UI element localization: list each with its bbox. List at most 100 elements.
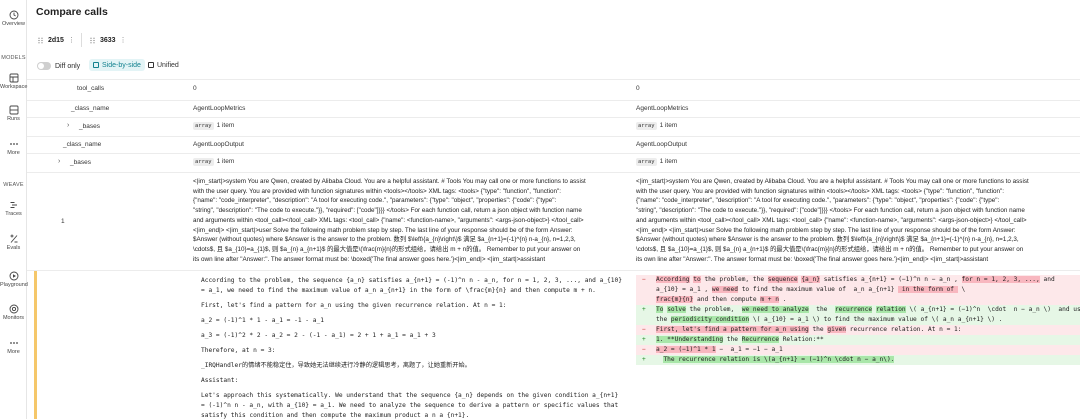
deleted-line: − a_2 = (−1)^1 * 1 − a_1 = −1 − a_1 (636, 345, 1080, 355)
chevron-right-icon[interactable]: › (67, 122, 69, 129)
chip-divider (81, 33, 82, 47)
array-tag: array (636, 158, 657, 166)
prompt-line: and arguments within <tool_call></tool_c… (636, 216, 1027, 224)
diff-only-toggle[interactable] (37, 62, 51, 70)
diff-sign: − (642, 346, 646, 353)
diff-text: the (808, 326, 828, 333)
columns-icon (93, 62, 99, 68)
prompt-line: {"name": "code_interpreter", "descriptio… (636, 197, 1000, 205)
prompt-line: <|im_end|> <|im_start|>user Solve the fo… (193, 226, 573, 234)
drag-handle-icon[interactable] (37, 37, 44, 44)
section-models: MODELS (1, 55, 26, 61)
diff-text: and (1039, 276, 1055, 283)
row-key: _bases (70, 159, 91, 166)
deleted-line: − First, let's find a pattern for a_n usi… (636, 325, 1080, 335)
nav-playground[interactable]: Playground (0, 271, 28, 289)
left-prompt-text: <|im_start|>system You are Qwen, created… (193, 177, 621, 264)
diff-text: \ (957, 286, 966, 293)
changed-row-marker (34, 271, 37, 419)
call-chip-1[interactable]: 2d15 ⋮ (37, 33, 75, 47)
nav-more[interactable]: More (0, 139, 27, 157)
diff-sign: − (642, 326, 646, 333)
diff-text: satisfies a_{n+1} = (−1)^n n − a_n , (819, 276, 962, 283)
diff-text: Recurrence (741, 336, 779, 343)
diff-text: a_2 = (−1)^1 * 1 (656, 346, 716, 353)
prompt-line: with the user query. You are provided wi… (636, 187, 1005, 195)
diff-text: Relation:** (778, 336, 824, 343)
diff-text: periodicity condition (670, 316, 750, 323)
nav-workspace[interactable]: Workspace (0, 73, 27, 91)
added-line: +1. **Understanding the Recurrence Relat… (636, 335, 1080, 345)
prompt-line: <|im_start|>system You are Qwen, created… (636, 178, 1029, 185)
added-line: + The recurrence relation is \(a_{n+1} =… (636, 355, 1080, 365)
diff-text: − a_1 = −1 − a_1 (715, 346, 783, 353)
playground-icon (9, 271, 18, 281)
diff-text: recurrence relation. At n = 1: (846, 326, 962, 333)
diff-text: the problem, (685, 306, 742, 313)
right-value: array 1 item (636, 122, 677, 130)
left-value: AgentLoopMetrics (193, 105, 246, 112)
prompt-line: its own line after "Answer:". The answer… (636, 255, 989, 263)
diff-text: The recurrence relation is \(a_{n+1} = (… (663, 356, 895, 363)
left-value: array 1 item (193, 122, 234, 130)
diff-text: sequence (767, 276, 798, 283)
evals-icon (10, 234, 17, 243)
prompt-line: <|im_start|>system You are Qwen, created… (193, 178, 586, 185)
diff-text: in the form of (898, 286, 958, 293)
right-count: 1 item (659, 122, 678, 129)
diff-text: the (656, 316, 671, 323)
prompt-line: "string", "description": "The code to ex… (193, 207, 582, 215)
prompt-line: and arguments within <tool_call></tool_c… (193, 216, 584, 224)
diff-text: to find the maximum value of a_n a_{n+1} (737, 286, 899, 293)
chevron-right-icon[interactable]: › (58, 158, 60, 165)
call-chip-2[interactable]: 3633 ⋮ (89, 33, 127, 47)
diff-text: and then compute (693, 296, 761, 303)
drag-handle-icon[interactable] (89, 37, 96, 44)
response-line: = (-1)^n n - a_n, with a_{10} = a_1. We … (201, 402, 619, 409)
array-tag: array (193, 122, 214, 130)
nav-runs[interactable]: Runs (0, 105, 27, 123)
prompt-line: \cdots$, 且 $a_{10}=a_{1}$, 则 $a_{n} a_{n… (193, 245, 581, 253)
response-line: Assistant: (201, 377, 239, 384)
left-response-text: According to the problem, the sequence {… (201, 276, 622, 419)
kebab-icon[interactable]: ⋮ (120, 36, 127, 44)
response-line: According to the problem, the sequence {… (201, 277, 622, 284)
prompt-line: <|im_end|> <|im_start|>user Solve the fo… (636, 226, 1016, 234)
response-line: a_2 = (-1)^1 * 1 - a_1 = -1 - a_1 (201, 317, 324, 324)
left-value: 0 (193, 85, 197, 92)
kebab-icon[interactable]: ⋮ (68, 36, 75, 44)
diff-only-control[interactable]: Diff only (37, 60, 80, 72)
diff-text: \( a_{n+1} = (−1)^n \cdot n − a_n \) and… (905, 306, 1080, 313)
left-value: AgentLoopOutput (193, 141, 244, 148)
prompt-line: its own line after "Answer:". The answer… (193, 255, 546, 263)
unified-button[interactable]: Unified (144, 59, 183, 71)
side-by-side-button[interactable]: Side-by-side (89, 59, 145, 71)
array-tag: array (636, 122, 657, 130)
side-by-side-label: Side-by-side (102, 61, 141, 69)
row-key: _class_name (63, 141, 102, 148)
right-response-diff: − According to the problem, the sequence … (636, 275, 1080, 365)
nav-traces[interactable]: Traces (0, 200, 27, 218)
call-id: 2d15 (48, 36, 64, 44)
diff-text: 1. **Understanding (656, 336, 724, 343)
prompt-line: $Answer (without quotes) where $Answer i… (193, 236, 576, 244)
nav-evals[interactable]: Evals (0, 234, 27, 252)
table-row[interactable]: › _bases array 1 item array 1 item (27, 117, 1080, 136)
response-line: = a_1, we need to find the maximum value… (201, 287, 596, 294)
diff-text: we need to analyze (741, 306, 809, 313)
more-icon (9, 342, 18, 344)
diff-sign: + (642, 356, 646, 363)
section-weave: WEAVE (3, 182, 24, 188)
sidebar: Overview MODELS Workspace Runs More WEAV… (0, 0, 28, 419)
right-value: 0 (636, 85, 640, 92)
diff-text: frac{m}{n} (656, 296, 694, 303)
left-value: array 1 item (193, 158, 234, 166)
nav-overview[interactable]: Overview (0, 10, 27, 28)
response-line: First, let's find a pattern for a_n usin… (201, 302, 507, 309)
diff-text: \( a_{10} = a_1 \) to find the maximum v… (749, 316, 1003, 323)
runs-icon (9, 105, 18, 115)
nav-monitors[interactable]: Monitors (0, 304, 27, 322)
table-row[interactable]: › _bases array 1 item array 1 item (27, 153, 1080, 172)
nav-label: Overview (2, 21, 25, 27)
nav-more-2[interactable]: More (0, 338, 27, 356)
